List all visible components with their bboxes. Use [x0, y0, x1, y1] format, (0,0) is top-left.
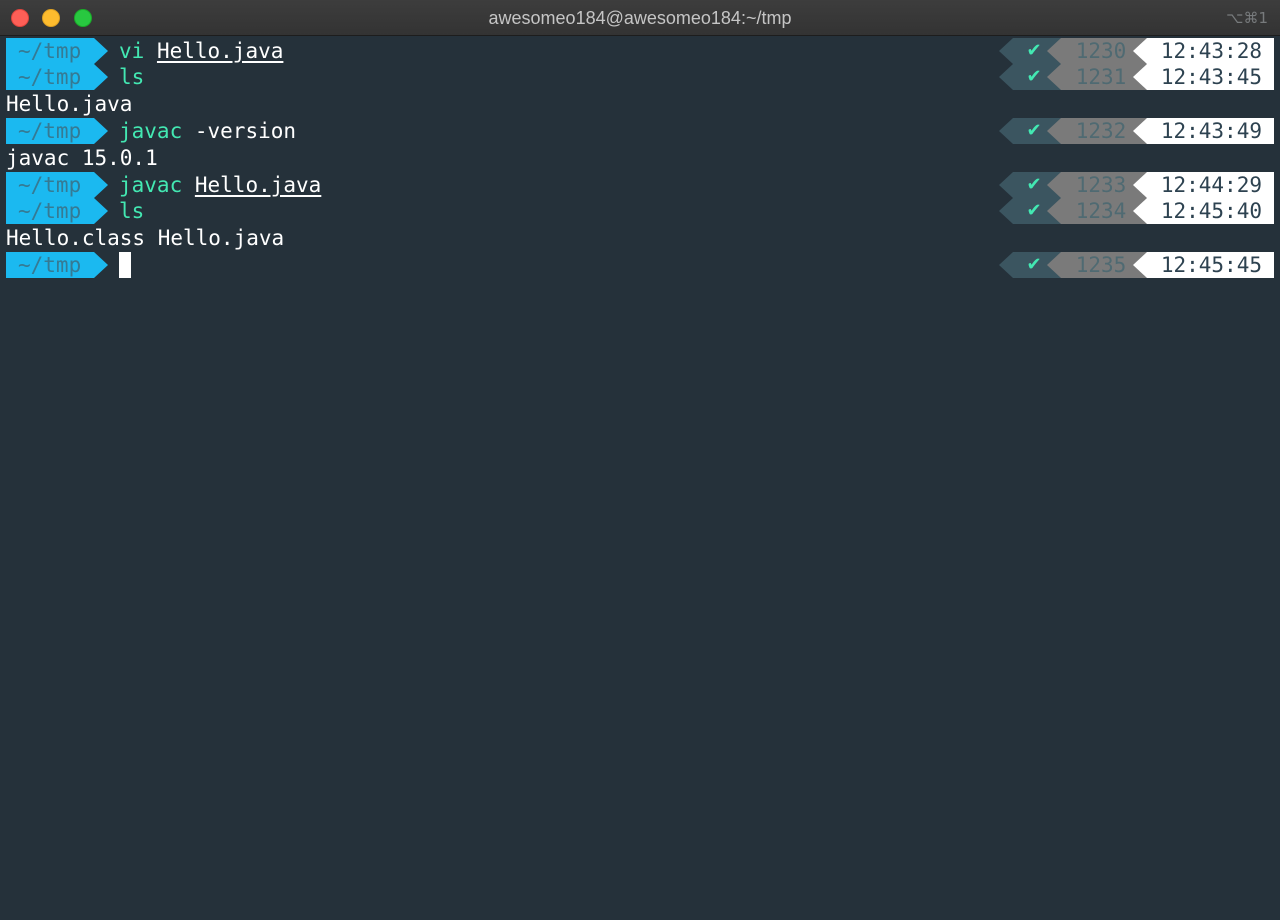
- prompt-line: ~/tmp ls ✔ 1231 12:43:45: [0, 64, 1280, 90]
- command-text: javac -version: [119, 118, 296, 144]
- command-text: vi Hello.java: [119, 38, 283, 64]
- right-prompt: ✔ 1230 12:43:28: [999, 38, 1274, 64]
- timestamp: 12:45:40: [1133, 198, 1274, 224]
- prompt-directory: ~/tmp: [6, 252, 108, 278]
- command-name: javac: [119, 173, 183, 197]
- prompt-directory: ~/tmp: [6, 64, 108, 90]
- right-prompt: ✔ 1233 12:44:29: [999, 172, 1274, 198]
- command-name: vi: [119, 39, 145, 63]
- right-prompt: ✔ 1231 12:43:45: [999, 64, 1274, 90]
- timestamp: 12:43:49: [1133, 118, 1274, 144]
- command-argument: Hello.java: [194, 173, 322, 197]
- title-bar: awesomeo184@awesomeo184:~/tmp ⌥⌘1: [0, 0, 1280, 36]
- timestamp: 12:44:29: [1133, 172, 1274, 198]
- command-text: ls: [119, 198, 144, 224]
- prompt-line: ~/tmp ls ✔ 1234 12:45:40: [0, 198, 1280, 224]
- command-argument: Hello.java: [156, 39, 284, 63]
- right-prompt: ✔ 1234 12:45:40: [999, 198, 1274, 224]
- command-text: javac Hello.java: [119, 172, 321, 198]
- command-text: ls: [119, 64, 144, 90]
- history-number: 1233: [1047, 172, 1147, 198]
- timestamp: 12:43:45: [1133, 64, 1274, 90]
- command-argument: -version: [194, 119, 297, 143]
- command-output: Hello.java: [6, 92, 133, 116]
- history-number: 1234: [1047, 198, 1147, 224]
- command-name: javac: [119, 119, 183, 143]
- command-name: ls: [119, 65, 145, 89]
- timestamp: 12:45:45: [1133, 252, 1274, 278]
- command-name: ls: [119, 199, 145, 223]
- history-number: 1235: [1047, 252, 1147, 278]
- history-number: 1230: [1047, 38, 1147, 64]
- prompt-line: ~/tmp javac -version ✔ 1232 12:43:49: [0, 118, 1280, 144]
- prompt-line[interactable]: ~/tmp ✔ 1235 12:45:45: [0, 252, 1280, 278]
- prompt-line: ~/tmp vi Hello.java ✔ 1230 12:43:28: [0, 38, 1280, 64]
- prompt-line: ~/tmp javac Hello.java ✔ 1233 12:44:29: [0, 172, 1280, 198]
- terminal-content[interactable]: ~/tmp vi Hello.java ✔ 1230 12:43:28 ~/tm…: [0, 38, 1280, 920]
- right-prompt: ✔ 1235 12:45:45: [999, 252, 1274, 278]
- prompt-directory: ~/tmp: [6, 172, 108, 198]
- timestamp: 12:43:28: [1133, 38, 1274, 64]
- prompt-directory: ~/tmp: [6, 198, 108, 224]
- command-output: javac 15.0.1: [6, 146, 158, 170]
- prompt-directory: ~/tmp: [6, 38, 108, 64]
- terminal-window: awesomeo184@awesomeo184:~/tmp ⌥⌘1 ~/tmp …: [0, 0, 1280, 920]
- history-number: 1232: [1047, 118, 1147, 144]
- history-number: 1231: [1047, 64, 1147, 90]
- right-prompt: ✔ 1232 12:43:49: [999, 118, 1274, 144]
- window-title: awesomeo184@awesomeo184:~/tmp: [488, 8, 792, 28]
- text-cursor[interactable]: [119, 252, 131, 278]
- window-shortcut-label: ⌥⌘1: [1226, 9, 1268, 27]
- prompt-directory: ~/tmp: [6, 118, 108, 144]
- command-output: Hello.class Hello.java: [6, 226, 285, 250]
